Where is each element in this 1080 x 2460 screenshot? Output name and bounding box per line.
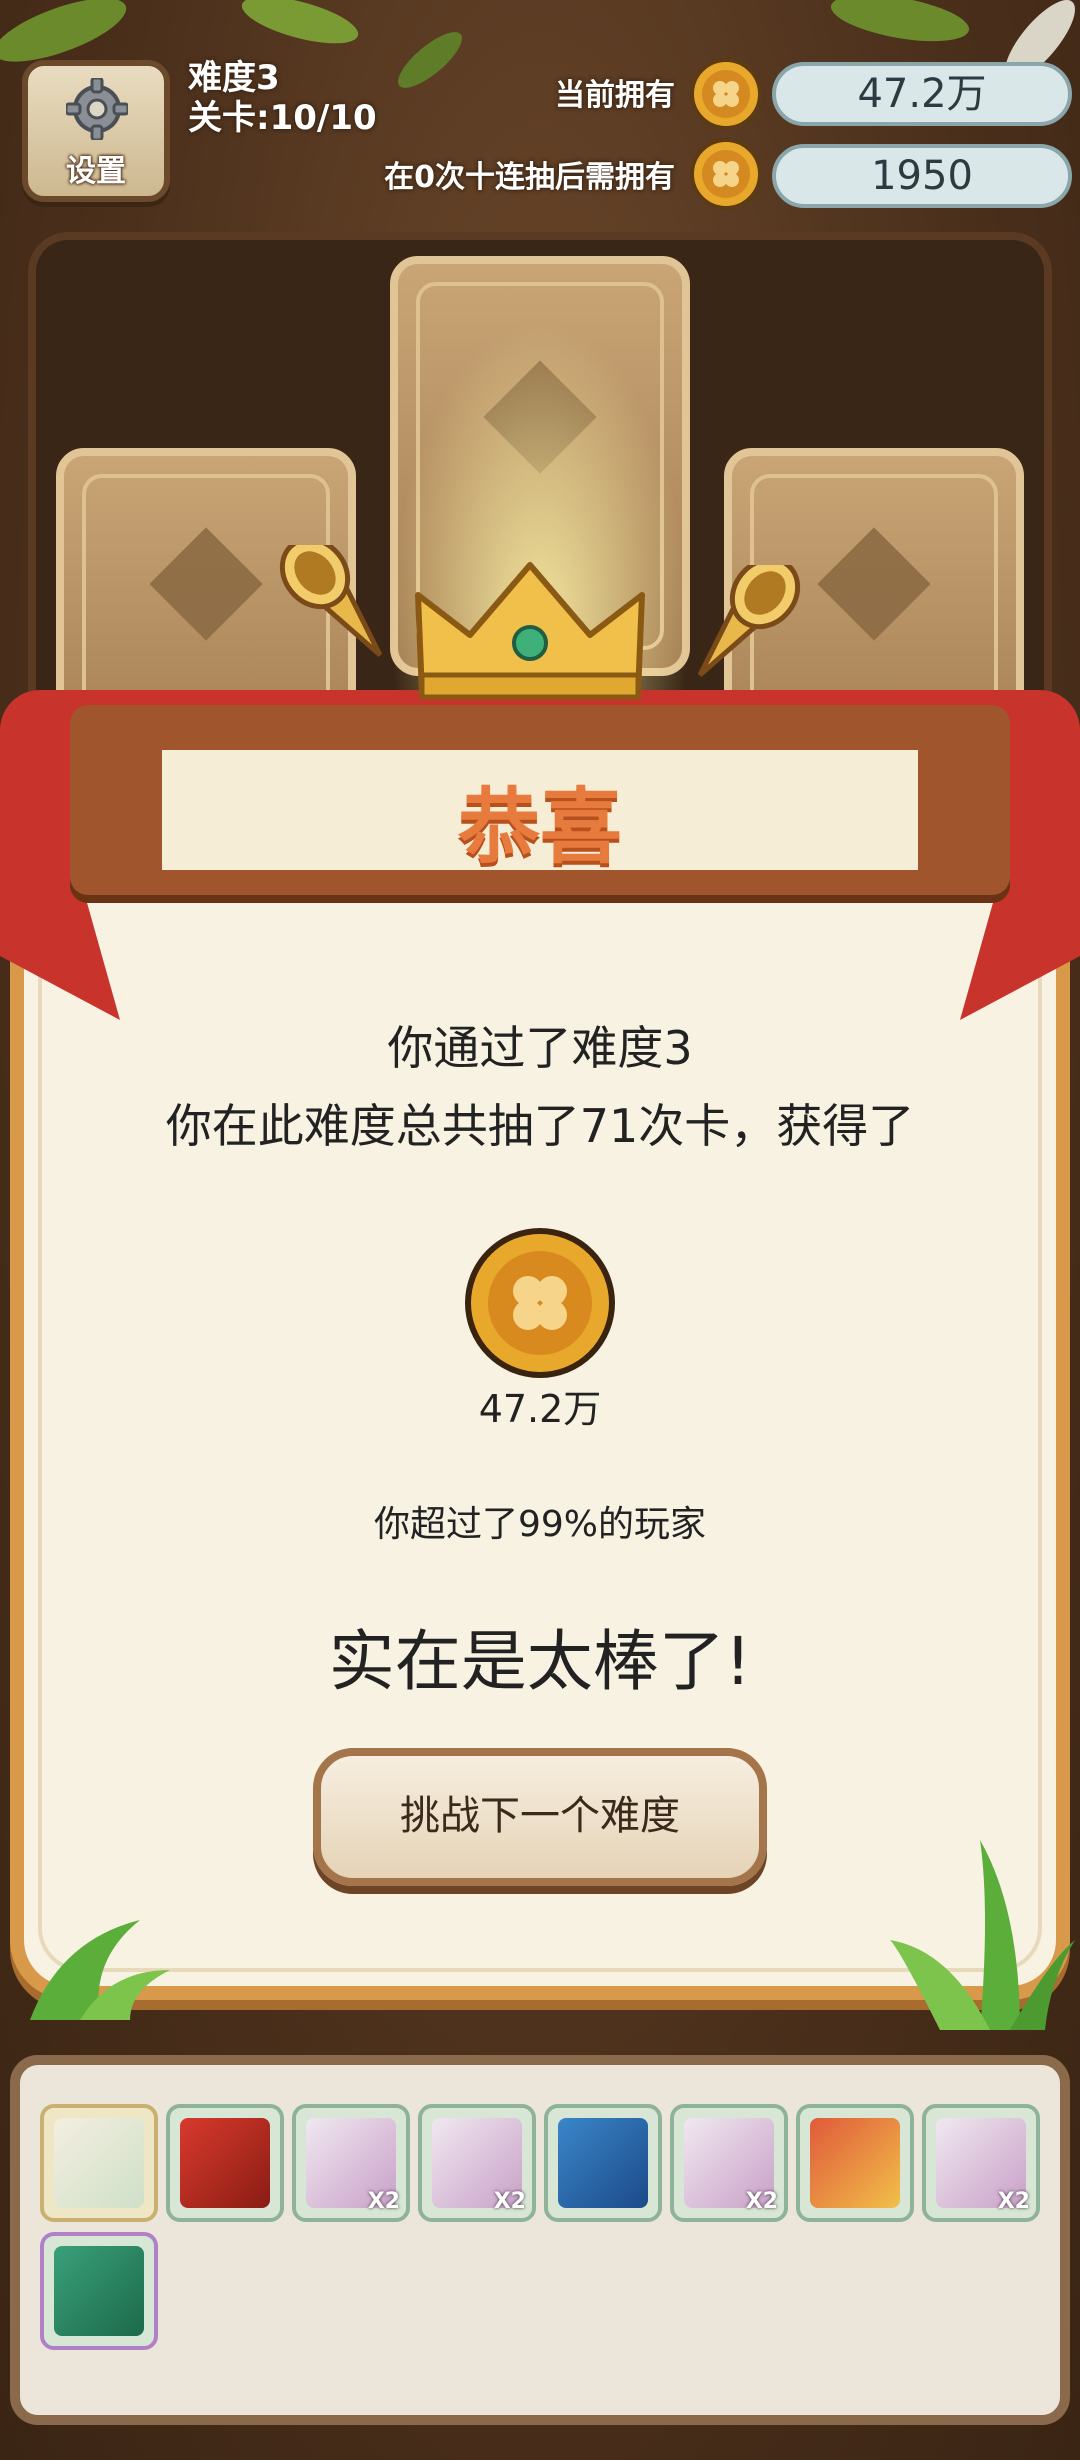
required-value: 1950 [772, 144, 1072, 208]
title-plate: 恭喜 [162, 750, 918, 875]
card-swap-icon [54, 2118, 144, 2208]
title-banner: 恭喜 [70, 705, 1010, 895]
inventory-item[interactable] [40, 2104, 158, 2222]
quantity-badge: X2 [745, 2189, 778, 2214]
inventory-item[interactable] [166, 2104, 284, 2222]
praise-text: 实在是太棒了! [328, 1623, 752, 1700]
pass-message: 你通过了难度3 [387, 1021, 693, 1075]
required-label: 在0次十连抽后需拥有 [384, 160, 675, 195]
owned-value: 47.2万 [772, 62, 1072, 126]
draw-count-message: 你在此难度总共抽了71次卡，获得了 [165, 1099, 915, 1153]
inventory-item[interactable]: X2 [922, 2104, 1040, 2222]
quantity-badge: X2 [997, 2189, 1030, 2214]
horn-left-icon [279, 545, 383, 657]
next-difficulty-button[interactable]: 挑战下一个难度 [313, 1748, 767, 1886]
inventory-item[interactable]: X2 [292, 2104, 410, 2222]
inventory-item[interactable]: X2 [670, 2104, 788, 2222]
grass-right [890, 1840, 1075, 2030]
grass-left [30, 1920, 170, 2020]
owned-row: 当前拥有 47.2万 [0, 56, 1080, 134]
clover-coin-icon [690, 58, 762, 130]
quantity-badge: X2 [493, 2189, 526, 2214]
clover-coin-icon [690, 138, 762, 210]
green-pack-icon [54, 2246, 144, 2336]
quantity-badge: X2 [367, 2189, 400, 2214]
inventory-item[interactable] [40, 2232, 158, 2350]
inventory-item[interactable] [796, 2104, 914, 2222]
blue-pack-icon [558, 2118, 648, 2208]
red-pack-icon [180, 2118, 270, 2208]
chest-icon [810, 2118, 900, 2208]
required-row: 在0次十连抽后需拥有 1950 [0, 136, 1080, 214]
clover-coin-reward-icon [465, 1228, 615, 1378]
dialog-title: 恭喜 [457, 780, 622, 875]
crown-icon [415, 562, 645, 700]
inventory-item[interactable] [544, 2104, 662, 2222]
horn-right-icon [697, 565, 801, 677]
owned-label: 当前拥有 [555, 78, 675, 113]
reward-amount: 47.2万 [478, 1387, 602, 1431]
inventory-item[interactable]: X2 [418, 2104, 536, 2222]
percentile-text: 你超过了99%的玩家 [373, 1504, 707, 1545]
